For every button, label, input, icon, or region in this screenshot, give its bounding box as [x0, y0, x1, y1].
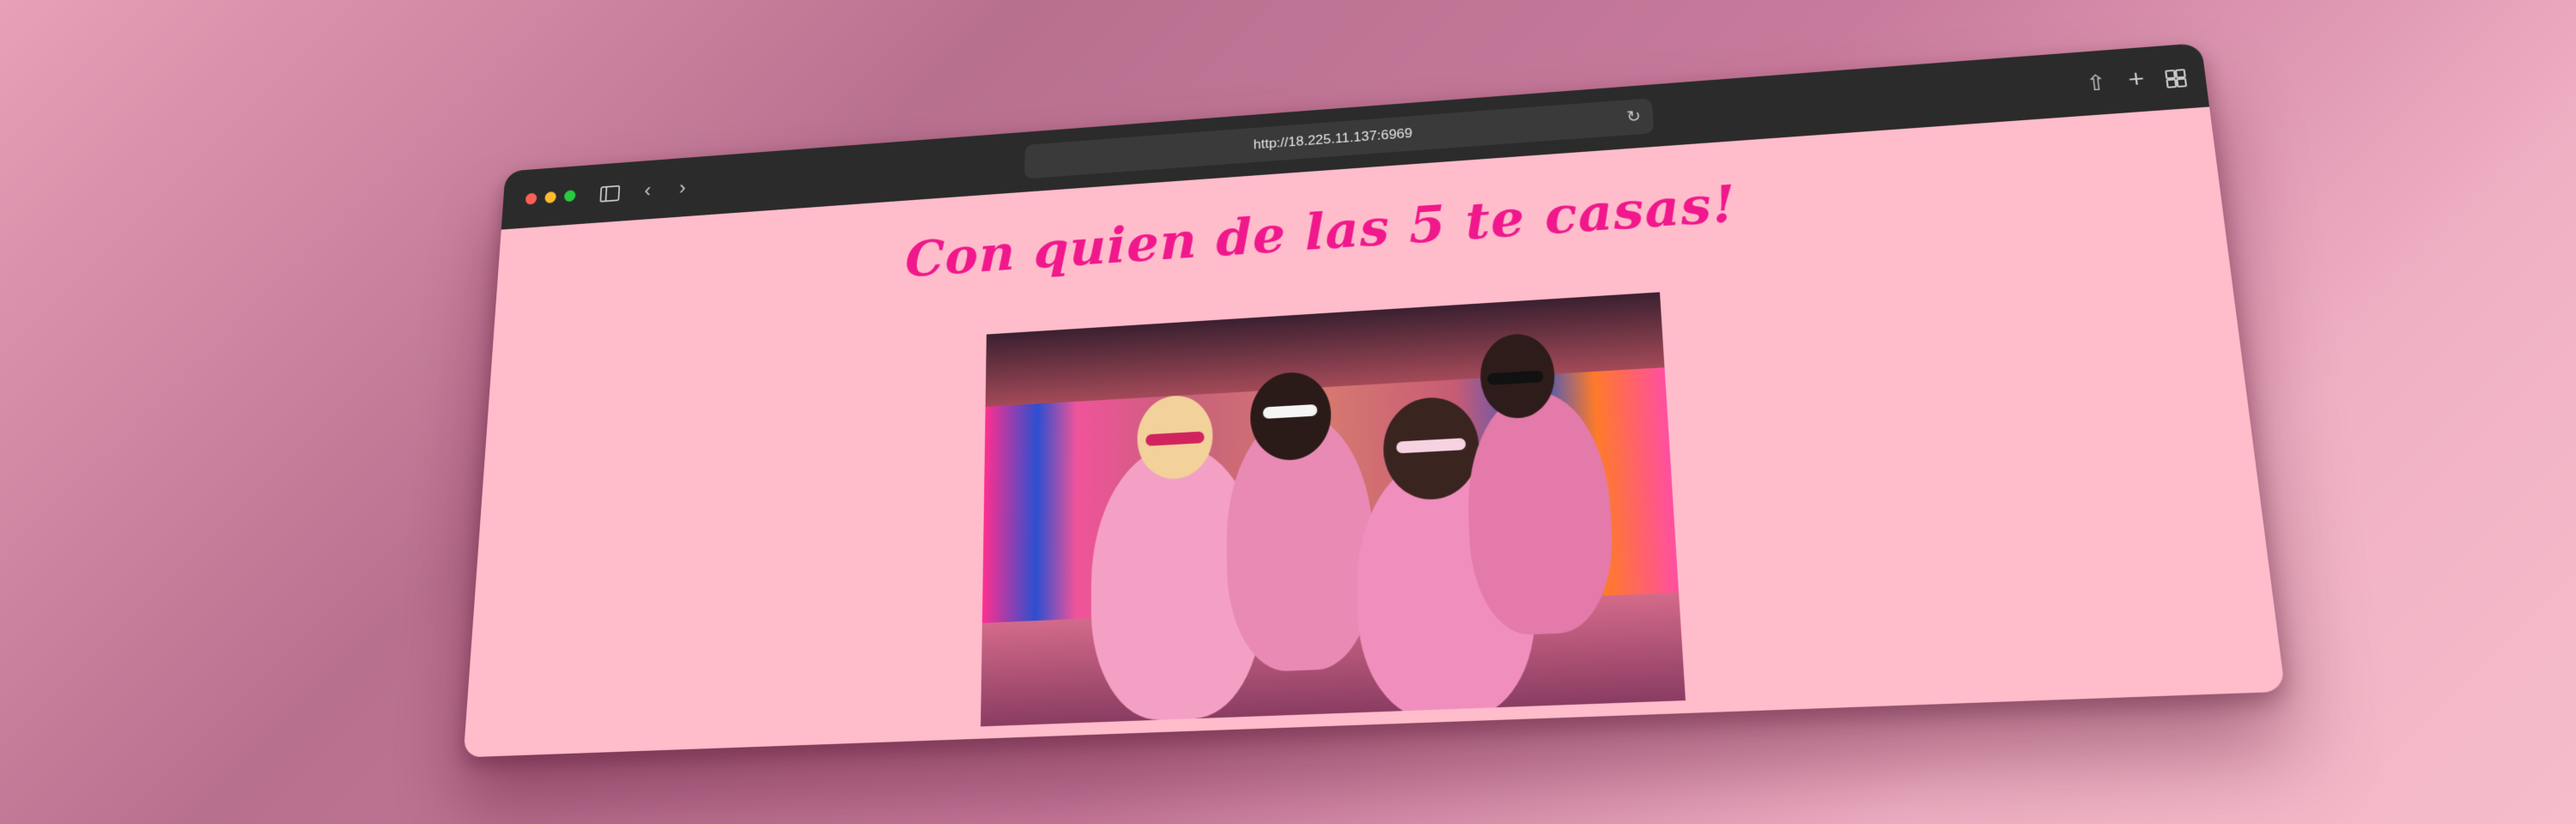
minimize-window-button[interactable] [544, 191, 556, 203]
reload-icon[interactable]: ↻ [1625, 99, 1642, 135]
browser-window: ‹ › http://18.225.11.137:6969 ↻ ⇧ + Con … [464, 43, 2286, 757]
plus-icon[interactable]: + [2123, 65, 2150, 94]
tab-grid-icon[interactable] [2161, 62, 2189, 91]
close-window-button[interactable] [526, 193, 538, 205]
zoom-window-button[interactable] [564, 190, 576, 202]
chevron-right-icon[interactable]: › [672, 173, 693, 201]
chevron-left-icon[interactable]: ‹ [637, 176, 659, 203]
sidebar-icon[interactable] [598, 179, 620, 207]
scene-background: ‹ › http://18.225.11.137:6969 ↻ ⇧ + Con … [0, 0, 2576, 824]
hero-image [981, 292, 1686, 726]
share-icon[interactable]: ⇧ [2083, 68, 2110, 97]
